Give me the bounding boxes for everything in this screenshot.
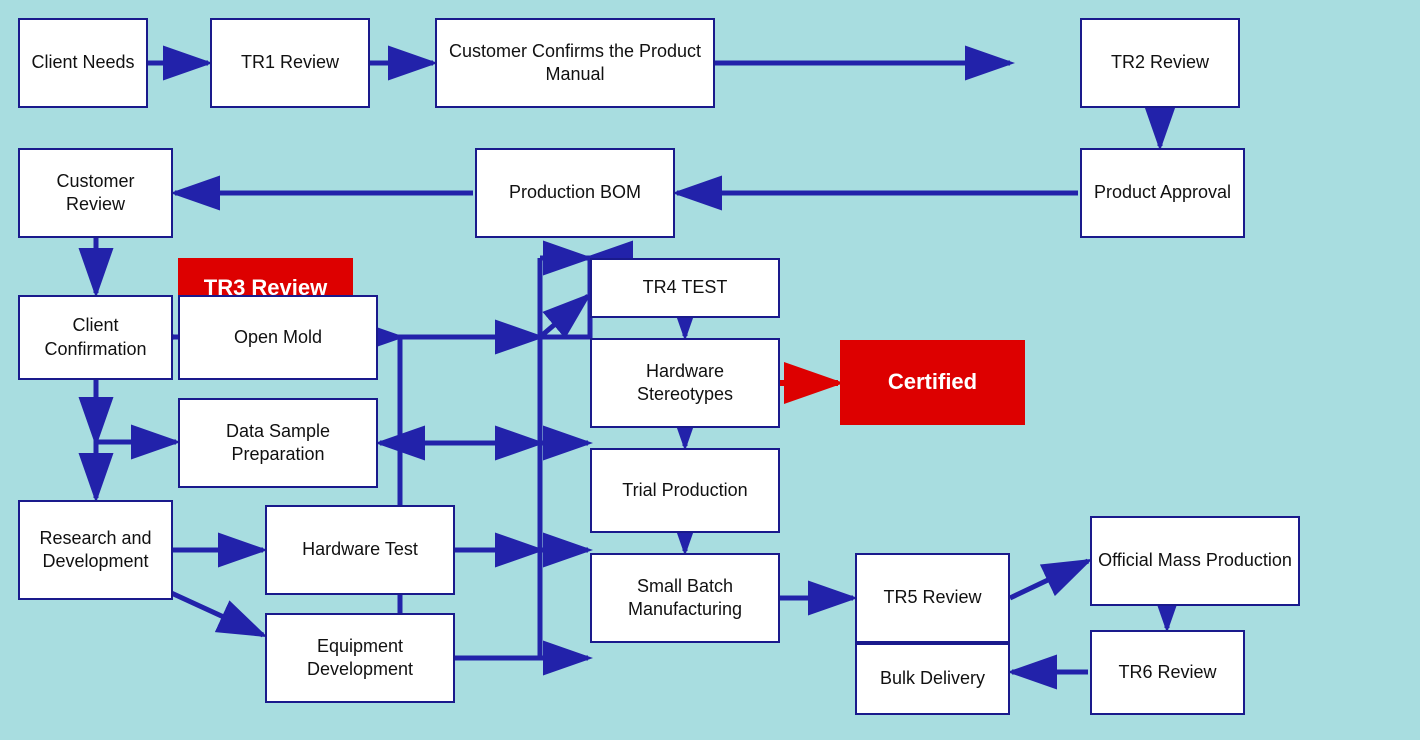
hardware-test: Hardware Test [265, 505, 455, 595]
equipment-dev: Equipment Development [265, 613, 455, 703]
customer-review: Customer Review [18, 148, 173, 238]
official-mass: Official Mass Production [1090, 516, 1300, 606]
trial-production: Trial Production [590, 448, 780, 533]
diagram: Client Needs TR1 Review Customer Confirms … [0, 0, 1420, 740]
client-confirmation: Client Confirmation [18, 295, 173, 380]
production-bom: Production BOM [475, 148, 675, 238]
customer-confirms: Customer Confirms the Product Manual [435, 18, 715, 108]
tr4-test: TR4 TEST [590, 258, 780, 318]
tr2-review: TR2 Review [1080, 18, 1240, 108]
bulk-delivery: Bulk Delivery [855, 643, 1010, 715]
client-needs: Client Needs [18, 18, 148, 108]
small-batch: Small Batch Manufacturing [590, 553, 780, 643]
hardware-stereo: Hardware Stereotypes [590, 338, 780, 428]
research-dev: Research and Development [18, 500, 173, 600]
tr6-review: TR6 Review [1090, 630, 1245, 715]
certified: Certified [840, 340, 1025, 425]
product-approval: Product Approval [1080, 148, 1245, 238]
tr5-review: TR5 Review [855, 553, 1010, 643]
tr1-review: TR1 Review [210, 18, 370, 108]
open-mold: Open Mold [178, 295, 378, 380]
data-sample: Data Sample Preparation [178, 398, 378, 488]
